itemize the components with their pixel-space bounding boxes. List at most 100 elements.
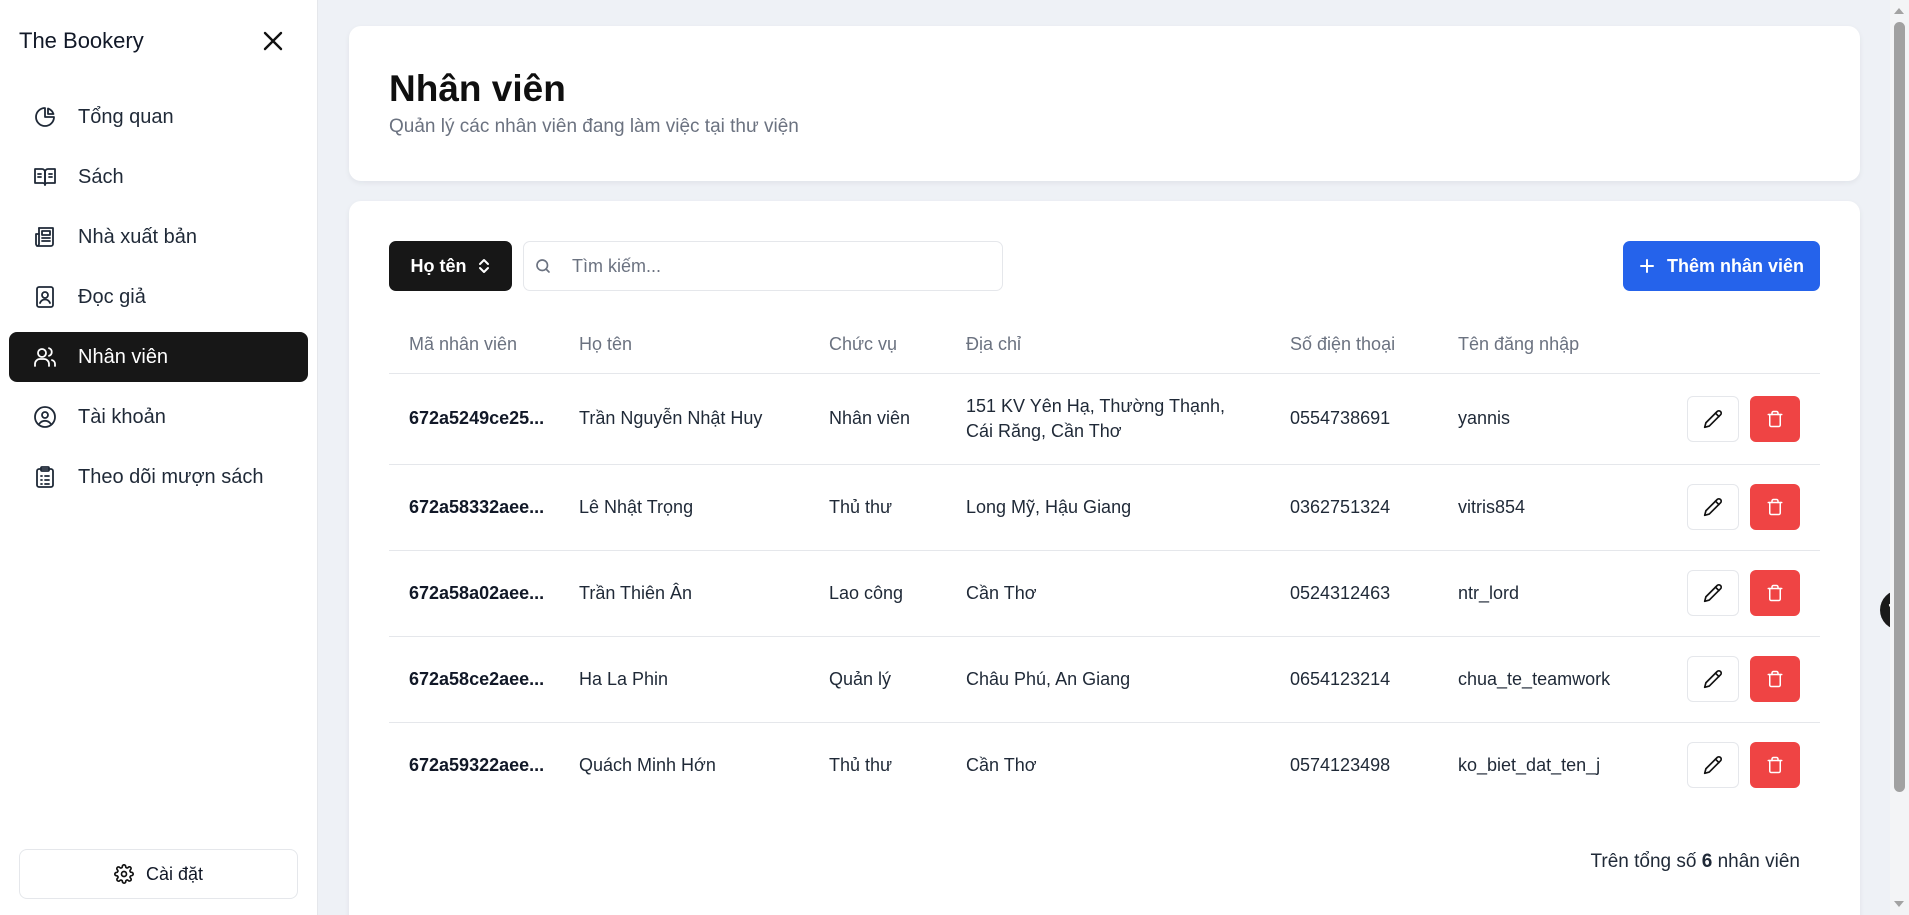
cell-actions [1641,373,1820,465]
close-sidebar-button[interactable] [258,26,288,56]
cell-address: 151 KV Yên Hạ, Thường Thạnh, Cái Răng, C… [946,373,1270,465]
search-box[interactable] [523,241,1003,291]
trash-icon [1767,757,1783,774]
settings-button[interactable]: Cài đặt [19,849,298,899]
scroll-thumb[interactable] [1894,22,1905,792]
total-suffix: nhân viên [1717,851,1800,872]
settings-label: Cài đặt [145,863,204,884]
employees-table: Mã nhân viên Họ tên Chức vụ Địa chỉ Số đ… [389,316,1820,808]
cell-phone: 0524312463 [1270,550,1438,637]
table-header-row: Mã nhân viên Họ tên Chức vụ Địa chỉ Số đ… [389,316,1820,374]
app-brand: The Bookery [19,28,144,53]
page-header: Nhân viên Quản lý các nhân viên đang làm… [349,26,1860,181]
cell-employee-id: 672a5249ce25... [389,373,559,465]
scroll-down-arrow[interactable] [1894,901,1904,907]
scroll-up-arrow[interactable] [1894,8,1904,14]
table-row: 672a58332aee... Lê Nhật Trọng Thủ thư Lo… [389,464,1820,551]
pencil-icon [1703,670,1722,689]
edit-button[interactable] [1687,570,1739,616]
cell-username: ntr_lord [1438,550,1641,637]
edit-button[interactable] [1687,395,1739,442]
edit-button[interactable] [1687,656,1739,702]
cell-role: Thủ thư [829,754,893,775]
delete-button[interactable] [1750,656,1800,702]
cell-actions [1641,464,1820,551]
cell-actions [1641,636,1820,723]
cell-address: Cần Thơ [966,754,1037,775]
sidebar-item-readers[interactable]: Đọc giả [9,272,308,322]
cell-actions [1641,722,1820,808]
cell-employee-id: 672a59322aee... [409,754,545,775]
sidebar-item-label: Nhà xuất bản [78,225,197,248]
cell-employee-id: 672a58ce2aee... [389,636,559,723]
column-header-username[interactable]: Tên đăng nhập [1438,316,1641,374]
cell-name: Trần Nguyễn Nhật Huy [559,373,809,465]
column-header-id[interactable]: Mã nhân viên [389,316,559,374]
edit-button[interactable] [1687,742,1739,789]
cell-phone: 0574123498 [1290,754,1391,775]
user-circle-icon [32,404,58,430]
cell-name: Quách Minh Hớn [579,754,716,775]
plus-icon [1639,259,1654,273]
delete-button[interactable] [1750,395,1800,442]
cell-role: Nhân viên [809,373,946,465]
trash-icon [1767,410,1783,427]
cell-role: Thủ thư [809,464,946,551]
table-row: 672a58ce2aee... Ha La Phin Quản lý Châu … [389,636,1820,723]
page-title: Nhân viên [389,68,566,109]
cell-username: yannis [1438,373,1641,465]
sidebar-item-accounts[interactable]: Tài khoản [9,392,308,442]
gear-icon [114,864,134,884]
cell-name: Ha La Phin [559,636,809,723]
sidebar-item-employees[interactable]: Nhân viên [9,332,308,382]
cell-address: Cần Thơ [946,550,1270,637]
sidebar-item-books[interactable]: Sách [9,152,308,202]
clipboard-list-icon [32,464,58,490]
column-header-phone[interactable]: Số điện thoại [1270,316,1438,374]
vertical-scrollbar[interactable] [1890,0,1909,915]
cell-username: vitris854 [1438,464,1641,551]
add-employee-button[interactable]: Thêm nhân viên [1623,241,1820,291]
pie-chart-icon [32,104,58,130]
sidebar-item-label: Tổng quan [78,105,174,128]
trash-icon [1767,670,1783,688]
sort-field-select[interactable]: Họ tên [389,241,512,291]
sidebar-item-label: Theo dõi mượn sách [78,465,264,488]
trash-icon [1767,584,1783,602]
trash-icon [1767,498,1783,516]
book-open-icon [32,164,58,190]
delete-button[interactable] [1750,742,1800,789]
cell-name: Trần Thiên Ân [559,550,809,637]
total-prefix: Trên tổng số [1590,851,1697,872]
column-header-role[interactable]: Chức vụ [809,316,946,374]
column-header-name[interactable]: Họ tên [559,316,809,374]
cell-name: Lê Nhật Trọng [559,464,809,551]
sidebar-item-label: Nhân viên [78,345,169,368]
pencil-icon [1703,584,1722,603]
sidebar-item-publishers[interactable]: Nhà xuất bản [9,212,308,262]
sidebar-item-overview[interactable]: Tổng quan [9,92,308,142]
cell-phone: 0554738691 [1270,373,1438,465]
column-header-actions [1641,316,1820,374]
cell-address: Long Mỹ, Hậu Giang [946,464,1270,551]
sidebar-nav: Tổng quan Sách Nhà xuất bản Đọc giả Nhân… [9,92,308,512]
cell-address: Châu Phú, An Giang [946,636,1270,723]
search-input[interactable] [572,255,992,277]
employees-panel: Họ tên Thêm nhân viên Mã nhân viên Họ tê… [349,201,1860,915]
users-icon [32,344,58,370]
total-count-text: Trên tổng số 6 nhân viên [1590,851,1800,873]
search-icon [534,256,554,276]
sidebar: The Bookery Tổng quan Sách Nhà xuất bản … [0,0,318,915]
sidebar-item-label: Tài khoản [78,405,166,428]
cell-username: ko_biet_dat_ten_j [1458,754,1601,775]
close-icon [263,31,283,51]
delete-button[interactable] [1750,570,1800,616]
edit-button[interactable] [1687,484,1739,530]
column-header-address[interactable]: Địa chỉ [946,316,1270,374]
sidebar-item-borrow-tracking[interactable]: Theo dõi mượn sách [9,452,308,502]
table-row: 672a5249ce25... Trần Nguyễn Nhật Huy Nhâ… [389,373,1820,465]
delete-button[interactable] [1750,484,1800,530]
sidebar-item-label: Đọc giả [78,285,146,308]
cell-employee-id: 672a58332aee... [389,464,559,551]
table-row: 672a58a02aee... Trần Thiên Ân Lao công C… [389,550,1820,637]
